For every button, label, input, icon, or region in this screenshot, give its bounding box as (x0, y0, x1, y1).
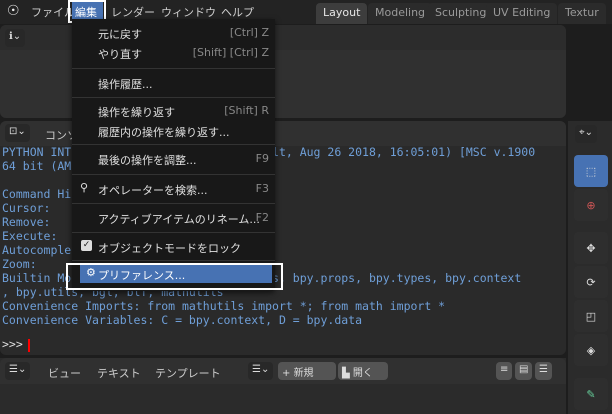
new-label: 新規 (293, 368, 314, 379)
menu-separator (72, 97, 275, 98)
menu-item-shortcut: [Ctrl] Z (229, 26, 269, 39)
menu-templates[interactable]: テンプレート (155, 365, 221, 381)
menu-item[interactable]: 元に戻す [Ctrl] Z (72, 23, 275, 43)
menu-item[interactable]: ✓ オブジェクトモードをロック (72, 237, 275, 257)
select-box-tool-icon[interactable]: ⬚ (574, 155, 608, 187)
annotate-tool-icon[interactable]: ✎ (574, 378, 608, 410)
menu-text[interactable]: テキスト (97, 365, 141, 381)
text-browse-icon[interactable]: ☰⌄ (248, 362, 274, 380)
menu-item-label: オブジェクトモードをロック (98, 242, 241, 255)
tab-texture[interactable]: Textur (558, 3, 606, 24)
folder-icon: ▙ (342, 368, 353, 379)
menu-item[interactable]: アクティブアイテムのリネーム... F2 (72, 208, 275, 228)
menu-render[interactable]: レンダー (111, 4, 155, 20)
menu-item[interactable]: 最後の操作を調整... F9 (72, 149, 275, 169)
menu-window[interactable]: ウィンドウ (161, 4, 216, 20)
menu-item-label: オペレーターを検索... (98, 184, 208, 197)
menu-item-shortcut: F2 (255, 211, 269, 224)
menu-item[interactable]: 操作を繰り返す [Shift] R (72, 101, 275, 121)
new-text-button[interactable]: + 新規 (278, 362, 336, 380)
menu-item[interactable]: ⚲ オペレーターを検索... F3 (72, 179, 275, 199)
search-icon: ⚲ (80, 181, 89, 194)
console-line: Convenience Variables: C = bpy.context, … (2, 313, 363, 327)
tab-modeling[interactable]: Modeling (368, 3, 433, 24)
menu-item-label: 操作を繰り返す (98, 106, 175, 119)
menu-view[interactable]: ビュー (48, 365, 81, 381)
transform-tool-icon[interactable]: ◈ (574, 334, 608, 366)
menu-item-label: 元に戻す (98, 28, 142, 41)
menu-item[interactable]: 操作履歴... (72, 73, 275, 93)
menu-item-label: アクティブアイテムのリネーム... (98, 213, 260, 226)
console-prompt: >>> (2, 337, 23, 351)
menu-separator (72, 174, 275, 175)
menu-item-label: 操作履歴... (98, 78, 153, 91)
console-editor-type-icon[interactable]: ⊡⌄ (5, 124, 30, 142)
cursor-tool-icon[interactable]: ⊕ (574, 189, 608, 221)
plus-icon: + (282, 368, 294, 379)
menu-item-label: やり直す (98, 48, 142, 61)
syntax-highlight-toggle-icon[interactable]: ☰ (535, 362, 552, 380)
menu-item[interactable]: 履歴内の操作を繰り返す... (72, 121, 275, 141)
tab-uv-editing[interactable]: UV Editing (486, 3, 558, 24)
tab-sculpting[interactable]: Sculpting (428, 3, 494, 24)
menu-help[interactable]: ヘルプ (221, 4, 254, 20)
menu-item-shortcut: F3 (255, 182, 269, 195)
checkbox-checked-icon[interactable]: ✓ (81, 240, 92, 251)
info-editor-type-icon[interactable]: ℹ⌄ (5, 29, 26, 47)
menu-item[interactable]: やり直す [Shift] [Ctrl] Z (72, 43, 275, 63)
tab-layout[interactable]: Layout (316, 3, 368, 24)
open-label: 開く (352, 368, 373, 379)
menu-separator (72, 203, 275, 204)
console-line: Convenience Imports: from mathutils impo… (2, 299, 446, 313)
menu-separator (72, 260, 275, 261)
menu-separator (72, 232, 275, 233)
text-cursor (28, 339, 30, 352)
text-editor-header: ☰⌄ ビュー テキスト テンプレート ☰⌄ + 新規 ▙ 開く ≡ ▤ ☰ (0, 358, 566, 384)
open-text-button[interactable]: ▙ 開く (338, 362, 388, 380)
menu-item-shortcut: F9 (255, 152, 269, 165)
menu-item-shortcut: [Shift] [Ctrl] Z (192, 46, 269, 59)
gizmo-toggle-icon[interactable]: ⌖⌄ (575, 125, 598, 143)
blender-logo-icon[interactable]: ☉ (7, 3, 20, 19)
menu-separator (72, 68, 275, 69)
menu-item-label: 履歴内の操作を繰り返す... (98, 126, 230, 139)
scale-tool-icon[interactable]: ◰ (574, 300, 608, 332)
move-tool-icon[interactable]: ✥ (574, 232, 608, 264)
menu-item-label: 最後の操作を調整... (98, 154, 197, 167)
text-editor-type-icon[interactable]: ☰⌄ (5, 362, 31, 380)
preferences-outline (66, 263, 283, 290)
word-wrap-toggle-icon[interactable]: ▤ (515, 362, 533, 380)
line-numbers-toggle-icon[interactable]: ≡ (496, 362, 513, 380)
menu-item-shortcut: [Shift] R (224, 104, 269, 117)
menu-separator (72, 144, 275, 145)
rotate-tool-icon[interactable]: ⟳ (574, 266, 608, 298)
